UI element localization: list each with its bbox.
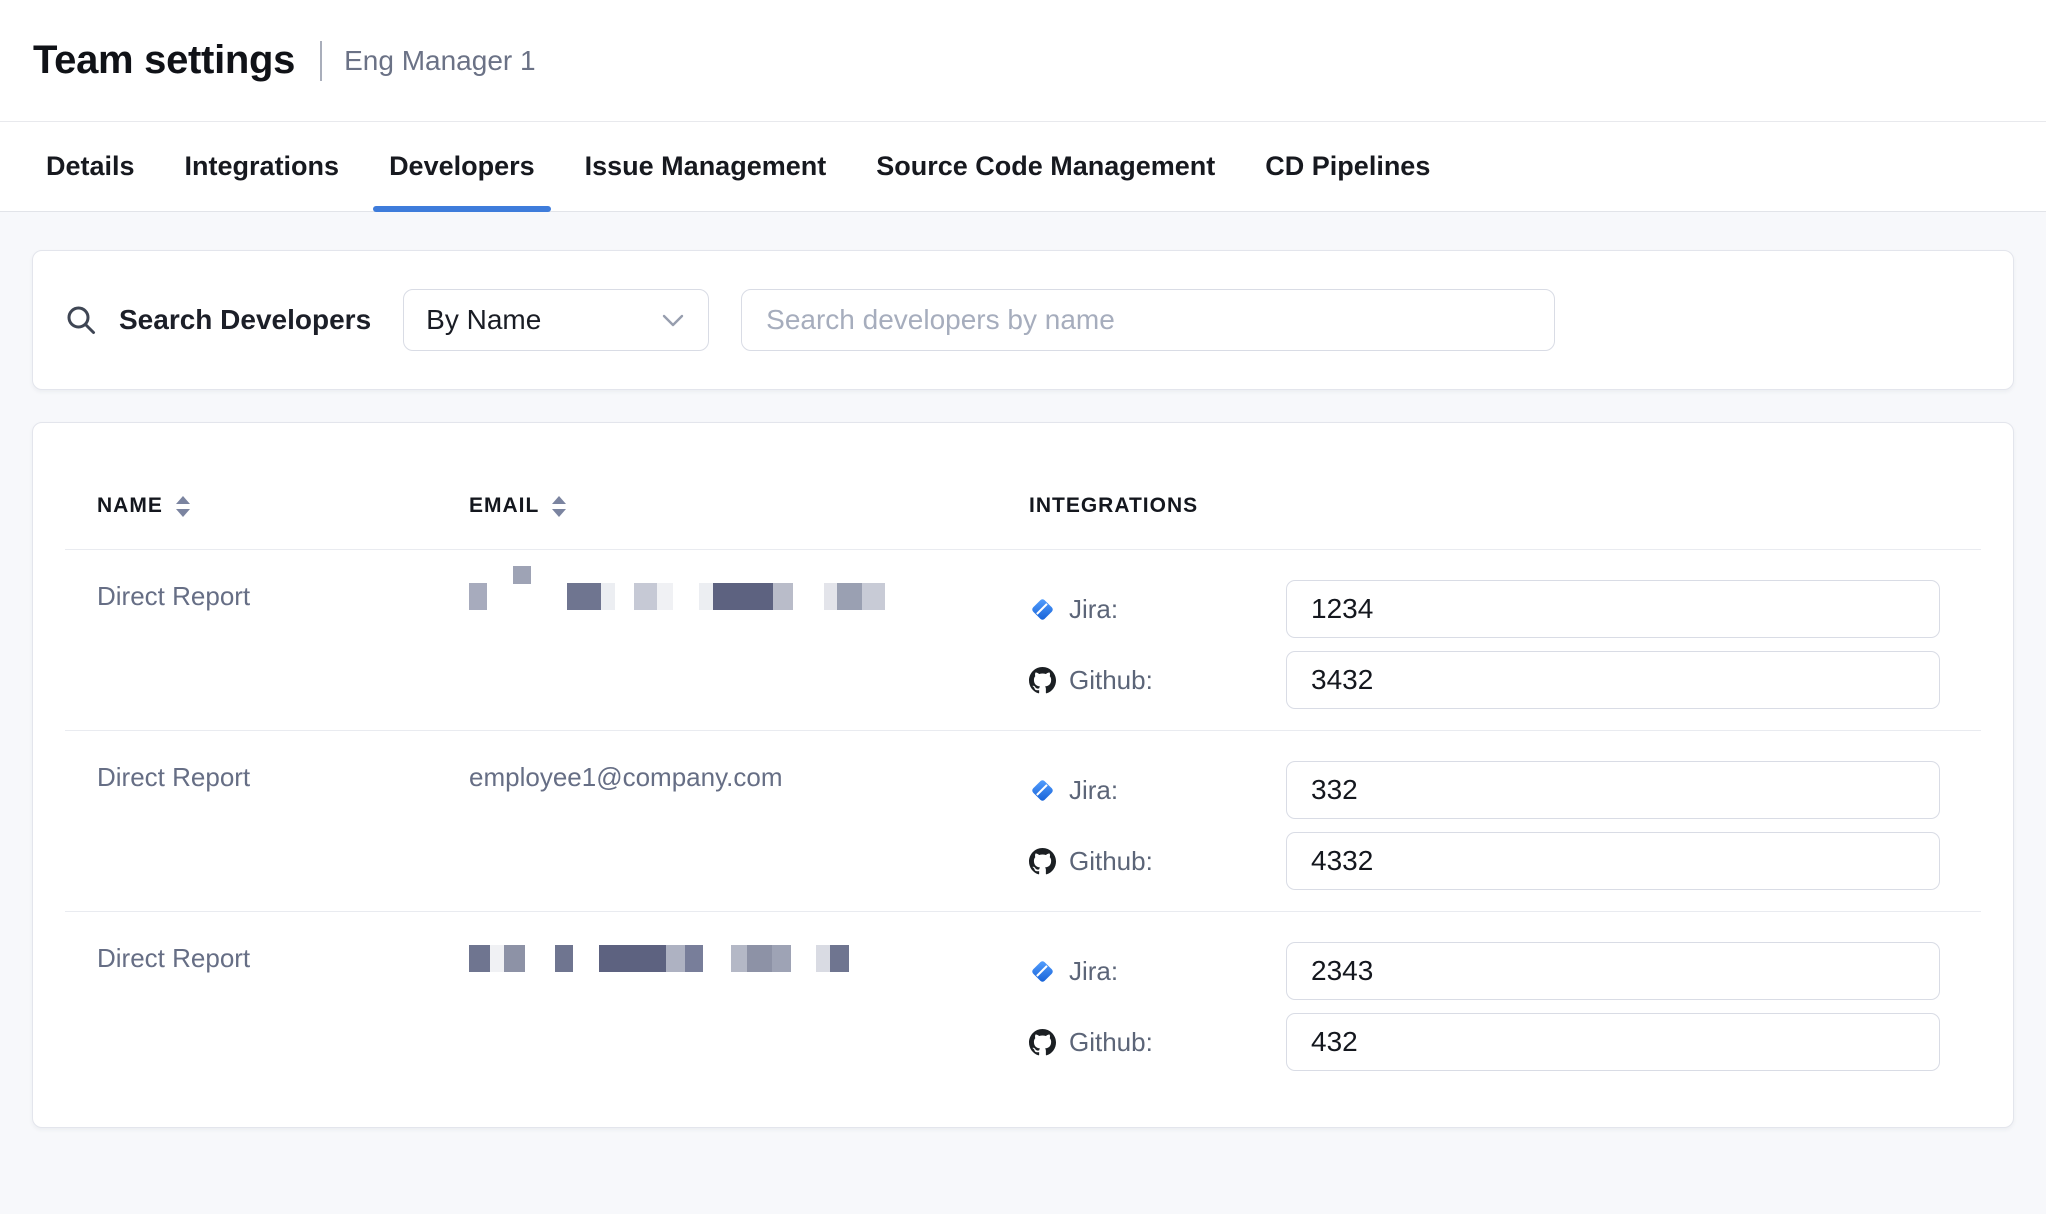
tab-bar: Details Integrations Developers Issue Ma… xyxy=(0,122,2046,212)
tab-developers[interactable]: Developers xyxy=(373,122,551,211)
developer-integrations: Jira: Github: xyxy=(997,761,1981,890)
github-label-group: Github: xyxy=(1029,845,1286,877)
table-row: Direct Report Jira: xyxy=(65,549,1981,730)
main-content: Search Developers By Name NAME EMAIL xyxy=(0,212,2046,1128)
jira-icon xyxy=(1029,596,1056,623)
github-id-input[interactable] xyxy=(1286,1013,1940,1071)
page-subtitle: Eng Manager 1 xyxy=(344,45,535,77)
jira-integration-row: Jira: xyxy=(1029,942,1981,1000)
developers-table: NAME EMAIL INTEGRATIONS Direct Report xyxy=(32,422,2014,1128)
jira-id-input[interactable] xyxy=(1286,942,1940,1000)
developer-integrations: Jira: Github: xyxy=(997,942,1981,1071)
search-filter-select[interactable]: By Name xyxy=(403,289,709,351)
tab-issue-management[interactable]: Issue Management xyxy=(569,122,843,211)
developer-email xyxy=(437,942,997,1071)
github-integration-row: Github: xyxy=(1029,832,1981,890)
github-label: Github: xyxy=(1069,664,1153,696)
chevron-down-icon xyxy=(662,314,684,327)
table-row: Direct Report employee1@company.com Jira… xyxy=(65,730,1981,911)
github-label: Github: xyxy=(1069,1026,1153,1058)
page-header: Team settings Eng Manager 1 xyxy=(0,0,2046,122)
github-icon xyxy=(1029,667,1056,694)
jira-integration-row: Jira: xyxy=(1029,761,1981,819)
column-header-name[interactable]: NAME xyxy=(65,494,437,518)
tab-source-code-management[interactable]: Source Code Management xyxy=(860,122,1231,211)
github-label-group: Github: xyxy=(1029,1026,1286,1058)
developer-email: employee1@company.com xyxy=(437,761,997,890)
tab-cd-pipelines[interactable]: CD Pipelines xyxy=(1249,122,1446,211)
jira-label: Jira: xyxy=(1069,774,1118,806)
developer-name: Direct Report xyxy=(65,761,437,890)
github-icon xyxy=(1029,848,1056,875)
search-filter-value: By Name xyxy=(426,304,541,336)
jira-label: Jira: xyxy=(1069,593,1118,625)
search-panel: Search Developers By Name xyxy=(32,250,2014,390)
table-footer-spacer xyxy=(65,1092,1981,1127)
github-label-group: Github: xyxy=(1029,664,1286,696)
redacted-email xyxy=(469,945,869,972)
github-id-input[interactable] xyxy=(1286,651,1940,709)
sort-icon xyxy=(552,496,566,517)
jira-label-group: Jira: xyxy=(1029,774,1286,806)
search-icon xyxy=(65,304,97,336)
table-header-row: NAME EMAIL INTEGRATIONS xyxy=(65,423,1981,549)
tab-integrations[interactable]: Integrations xyxy=(169,122,356,211)
page-title: Team settings xyxy=(33,38,295,83)
tab-details[interactable]: Details xyxy=(30,122,151,211)
jira-icon xyxy=(1029,777,1056,804)
jira-icon xyxy=(1029,958,1056,985)
github-icon xyxy=(1029,1029,1056,1056)
jira-id-input[interactable] xyxy=(1286,761,1940,819)
title-divider xyxy=(320,41,322,81)
developer-integrations: Jira: Github: xyxy=(997,580,1981,709)
table-row: Direct Report Jira: xyxy=(65,911,1981,1092)
developer-email xyxy=(437,580,997,709)
github-label: Github: xyxy=(1069,845,1153,877)
jira-label: Jira: xyxy=(1069,955,1118,987)
github-integration-row: Github: xyxy=(1029,1013,1981,1071)
sort-icon xyxy=(176,496,190,517)
jira-label-group: Jira: xyxy=(1029,955,1286,987)
search-label: Search Developers xyxy=(119,304,371,336)
jira-label-group: Jira: xyxy=(1029,593,1286,625)
github-id-input[interactable] xyxy=(1286,832,1940,890)
search-input[interactable] xyxy=(741,289,1555,351)
jira-id-input[interactable] xyxy=(1286,580,1940,638)
jira-integration-row: Jira: xyxy=(1029,580,1981,638)
redacted-email xyxy=(469,583,889,610)
developer-name: Direct Report xyxy=(65,942,437,1071)
column-header-email-label: EMAIL xyxy=(469,494,539,518)
column-header-name-label: NAME xyxy=(97,494,163,518)
column-header-email[interactable]: EMAIL xyxy=(437,494,997,518)
column-header-integrations-label: INTEGRATIONS xyxy=(1029,494,1198,518)
github-integration-row: Github: xyxy=(1029,651,1981,709)
developer-name: Direct Report xyxy=(65,580,437,709)
column-header-integrations: INTEGRATIONS xyxy=(997,494,1981,518)
